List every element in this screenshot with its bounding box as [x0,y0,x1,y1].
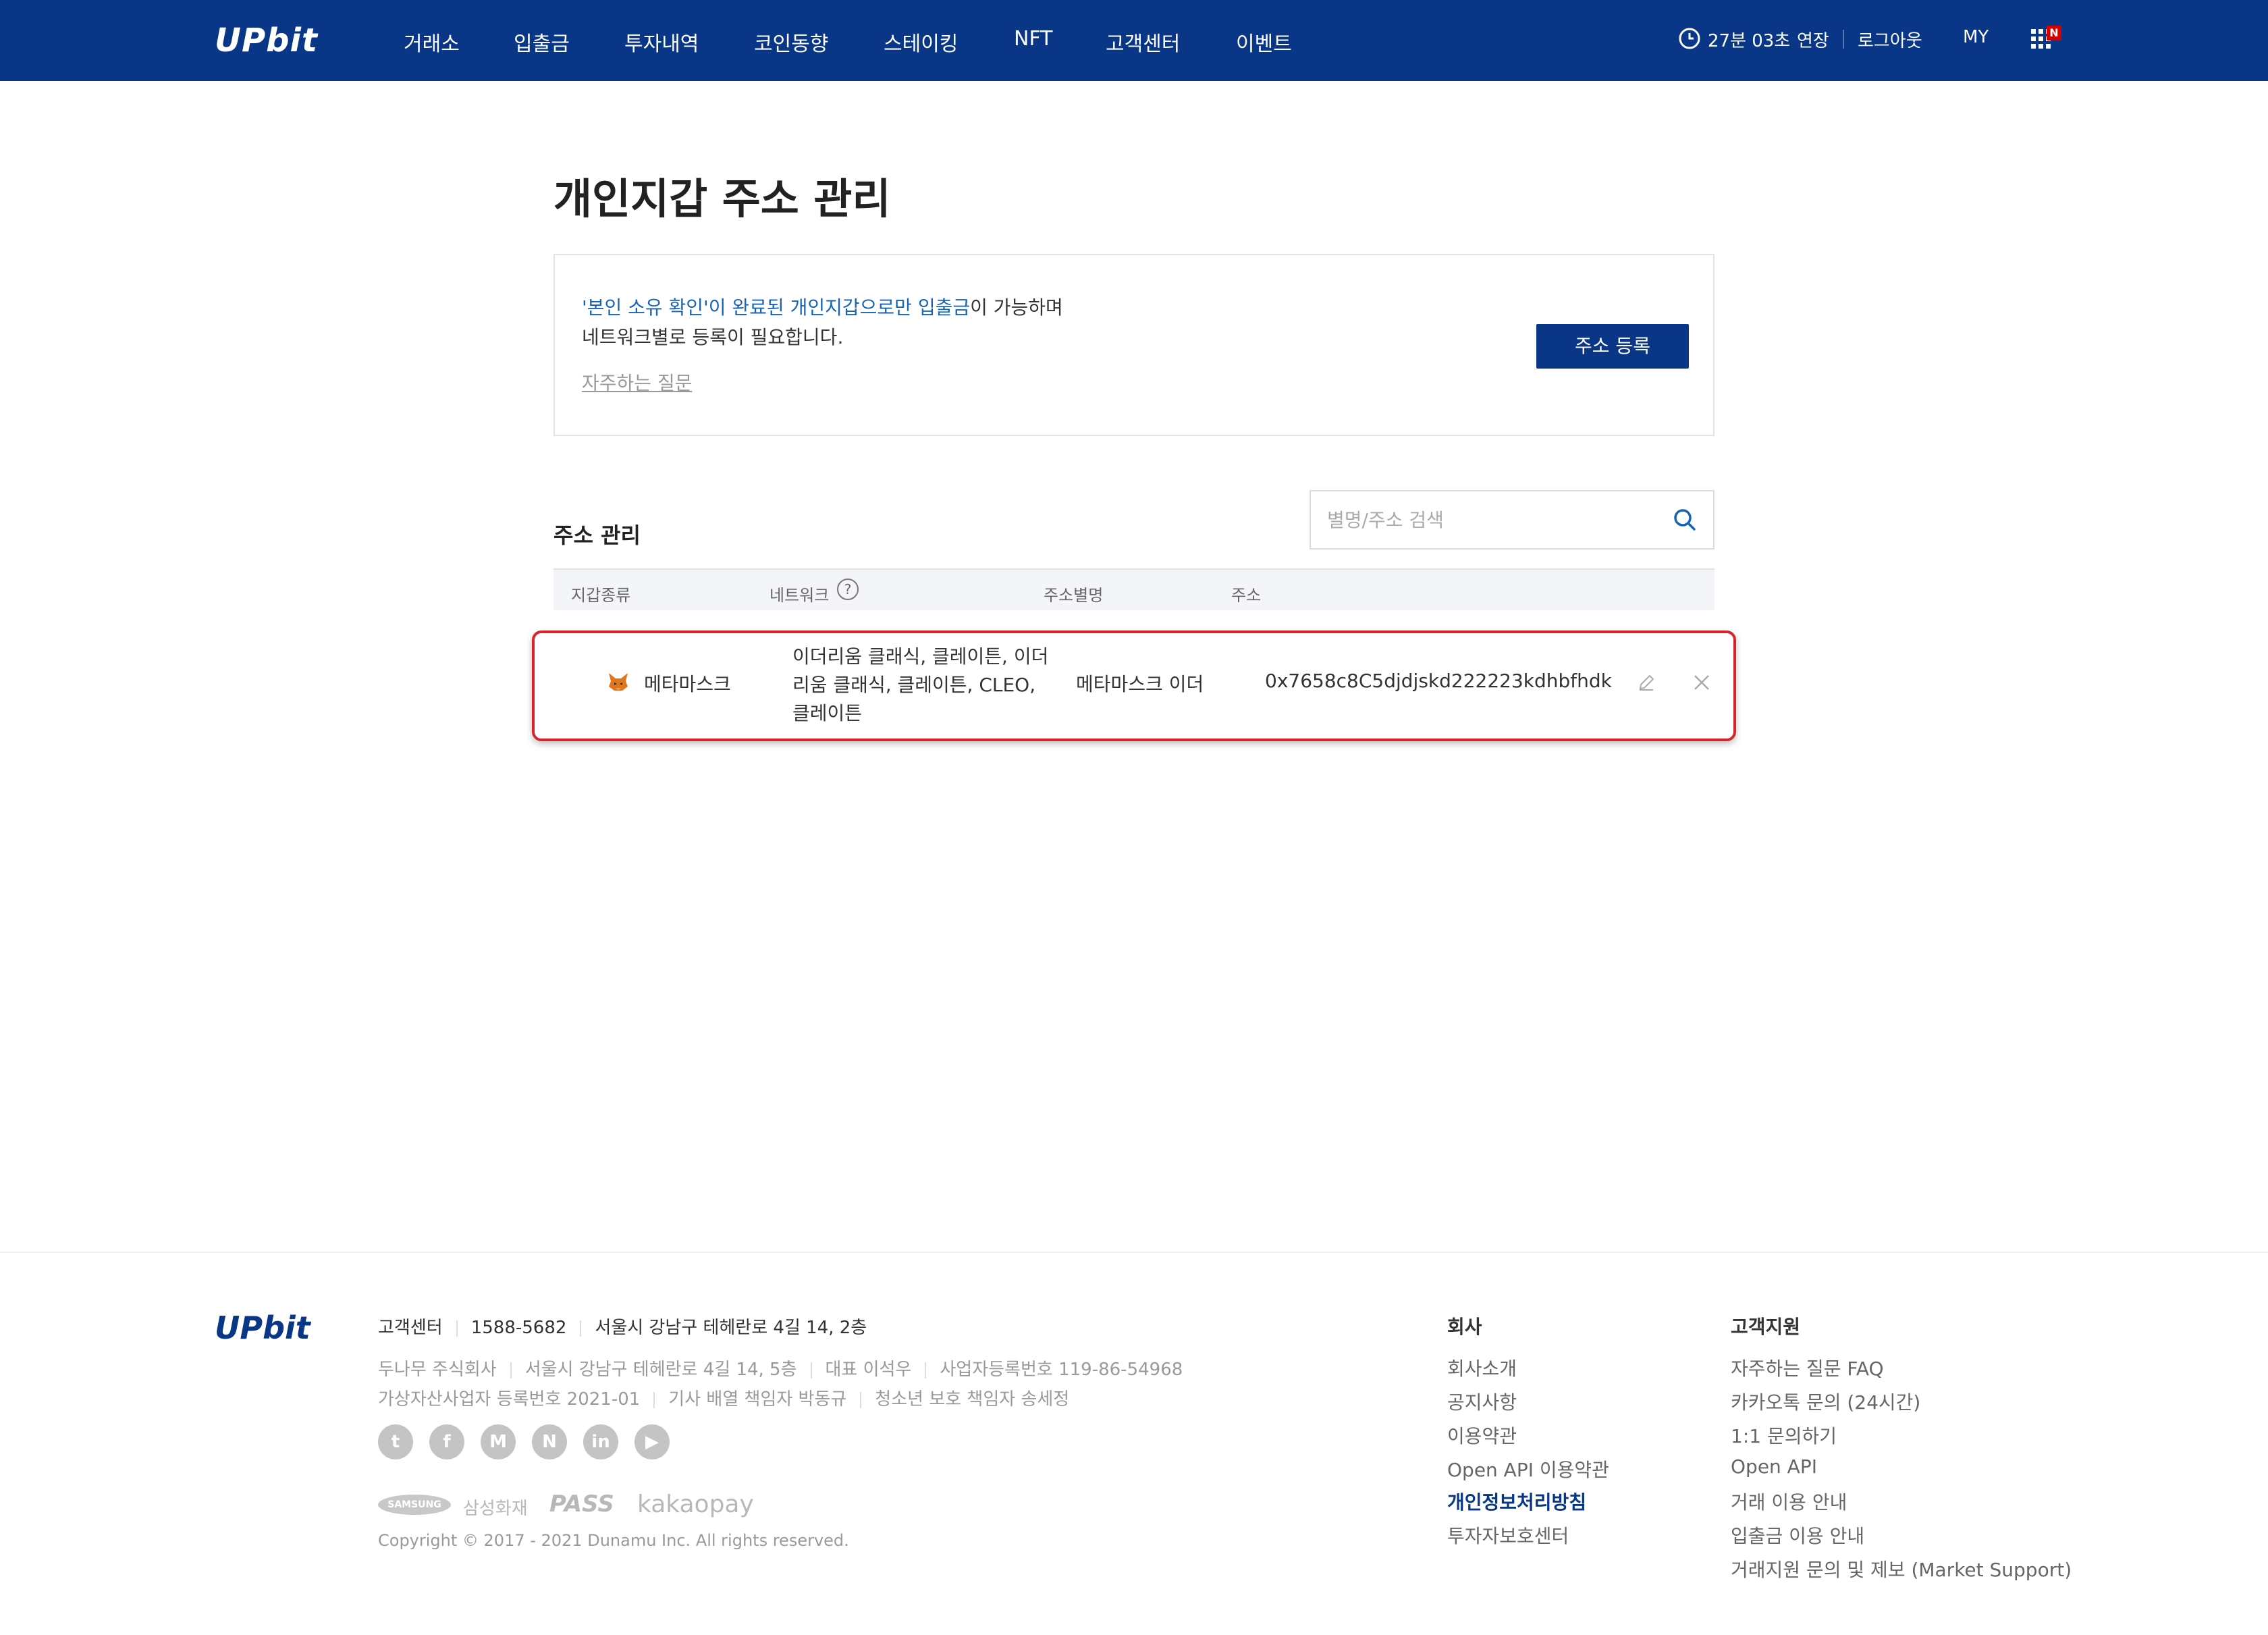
link-market-support[interactable]: 거래지원 문의 및 제보 (Market Support) [1731,1555,2072,1582]
copyright: Copyright © 2017 - 2021 Dunamu Inc. All … [378,1531,849,1550]
help-icon[interactable]: ? [837,579,859,600]
footer-cs-address: 서울시 강남구 테헤란로 4길 14, 2층 [595,1318,867,1338]
notice-line-1: '본인 소유 확인'이 완료된 개인지갑으로만 입출금이 가능하며 [582,293,1063,320]
search-input[interactable] [1327,491,1665,548]
link-faq[interactable]: 자주하는 질문 FAQ [1731,1354,1884,1381]
link-deposit-guide[interactable]: 입출금 이용 안내 [1731,1522,1864,1549]
footer-cs-phone: 1588-5682 [470,1318,567,1338]
extend-session-button[interactable]: 연장 [1797,27,1829,52]
samsung-fire-logo: 삼성화재 [463,1499,528,1519]
link-terms[interactable]: 이용약관 [1447,1422,1517,1449]
page-title: 개인지갑 주소 관리 [554,174,891,223]
logout-button[interactable]: 로그아웃 [1858,27,1922,52]
notice-box: '본인 소유 확인'이 완료된 개인지갑으로만 입출금이 가능하며 네트워크별로… [554,254,1714,436]
linkedin-icon[interactable]: in [583,1424,618,1459]
footer-cs-label: 고객센터 [378,1318,443,1338]
twitter-icon[interactable]: t [378,1424,413,1459]
samsung-logo: SAMSUNG [378,1495,451,1515]
clock-icon [1679,28,1700,49]
footer-youth-officer: 청소년 보호 책임자 송세정 [875,1389,1070,1410]
network-cell: 이더리움 클래식, 클레이튼, 이더리움 클래식, 클레이튼, CLEO, 클레… [792,645,1049,724]
notice-rest-text: 이 가능하며 [970,296,1063,319]
naver-icon[interactable]: N [532,1424,567,1459]
top-nav-bar: UPbit 거래소 입출금 투자내역 코인동향 스테이킹 NFT 고객센터 이벤… [0,0,2268,81]
footer-ceo: 대표 이석우 [825,1360,912,1380]
footer-registry-line: 가상자산사업자 등록번호 2021-01 기사 배열 책임자 박동규 청소년 보호 … [378,1385,1069,1410]
header-address: 주소 [1231,586,1262,605]
nav-events[interactable]: 이벤트 [1236,27,1292,57]
company-column-title: 회사 [1447,1316,1482,1338]
pass-logo: PASS [549,1491,614,1518]
notice-highlight-text: '본인 소유 확인'이 완료된 개인지갑으로만 입출금 [582,296,971,319]
table-header: 지갑종류 네트워크 ? 주소별명 주소 [554,568,1714,610]
edit-icon[interactable] [1636,672,1656,693]
link-trading-guide[interactable]: 거래 이용 안내 [1731,1488,1847,1515]
register-address-button[interactable]: 주소 등록 [1536,324,1689,369]
nav-investment-history[interactable]: 투자내역 [624,27,699,57]
header-network: 네트워크 [770,586,830,605]
youtube-icon[interactable]: ▶ [634,1424,670,1459]
metamask-fox-icon [609,673,628,691]
kakaopay-logo: kakaopay [637,1491,754,1518]
footer-business-number: 사업자등록번호 119-86-54968 [940,1360,1183,1380]
nav-nft[interactable]: NFT [1014,27,1053,51]
nav-coin-trends[interactable]: 코인동향 [754,27,828,57]
search-box [1310,490,1714,550]
link-api-terms[interactable]: Open API 이용약관 [1447,1455,1609,1482]
footer-cs-line: 고객센터 1588-5682 서울시 강남구 테헤란로 4길 14, 2층 [378,1314,867,1339]
footer-registry-number: 가상자산사업자 등록번호 2021-01 [378,1389,641,1410]
close-icon[interactable] [1693,674,1710,691]
session-timer: 27분 03초 [1708,31,1791,51]
footer-company-name: 두나무 주식회사 [378,1360,497,1380]
link-one-on-one[interactable]: 1:1 문의하기 [1731,1422,1837,1449]
header-alias: 주소별명 [1044,586,1104,605]
nav-staking[interactable]: 스테이킹 [884,27,958,57]
footer-company-address: 서울시 강남구 테헤란로 4길 14, 5층 [524,1360,797,1380]
link-privacy-policy[interactable]: 개인정보처리방침 [1447,1488,1586,1515]
alias-cell: 메타마스크 이더 [1076,673,1204,695]
footer-news-officer: 기사 배열 책임자 박동규 [668,1389,847,1410]
link-kakaotalk-inquiry[interactable]: 카카오톡 문의 (24시간) [1731,1388,1920,1415]
support-column-title: 고객지원 [1731,1316,1801,1338]
wallet-type-cell: 메타마스크 [644,673,731,695]
footer-upbit-logo[interactable]: UPbit [215,1310,310,1346]
header-divider [1843,30,1844,49]
header-wallet-type: 지갑종류 [571,586,631,605]
notice-line-2: 네트워크별로 등록이 필요합니다. [582,326,844,348]
nav-exchange[interactable]: 거래소 [404,27,460,57]
link-investor-protection[interactable]: 투자자보호센터 [1447,1522,1569,1549]
facebook-icon[interactable]: f [429,1424,464,1459]
link-open-api[interactable]: Open API [1731,1455,1817,1478]
section-title: 주소 관리 [554,522,641,548]
address-cell: 0x7658c8C5djdjskd222223kdhbfhdk [1265,670,1612,692]
nav-deposit-withdraw[interactable]: 입출금 [514,27,570,57]
link-notices[interactable]: 공지사항 [1447,1388,1517,1415]
nav-customer-center[interactable]: 고객센터 [1106,27,1180,57]
footer-company-line: 두나무 주식회사 서울시 강남구 테헤란로 4길 14, 5층 대표 이석우 사업자등… [378,1356,1183,1381]
search-icon[interactable] [1671,506,1698,533]
link-company-intro[interactable]: 회사소개 [1447,1354,1517,1381]
footer-divider [0,1252,2268,1253]
faq-link[interactable]: 자주하는 질문 [582,369,692,396]
upbit-logo[interactable]: UPbit [215,22,318,59]
new-badge: N [2047,26,2061,41]
medium-icon[interactable]: M [481,1424,516,1459]
my-page-button[interactable]: MY [1963,27,1989,47]
